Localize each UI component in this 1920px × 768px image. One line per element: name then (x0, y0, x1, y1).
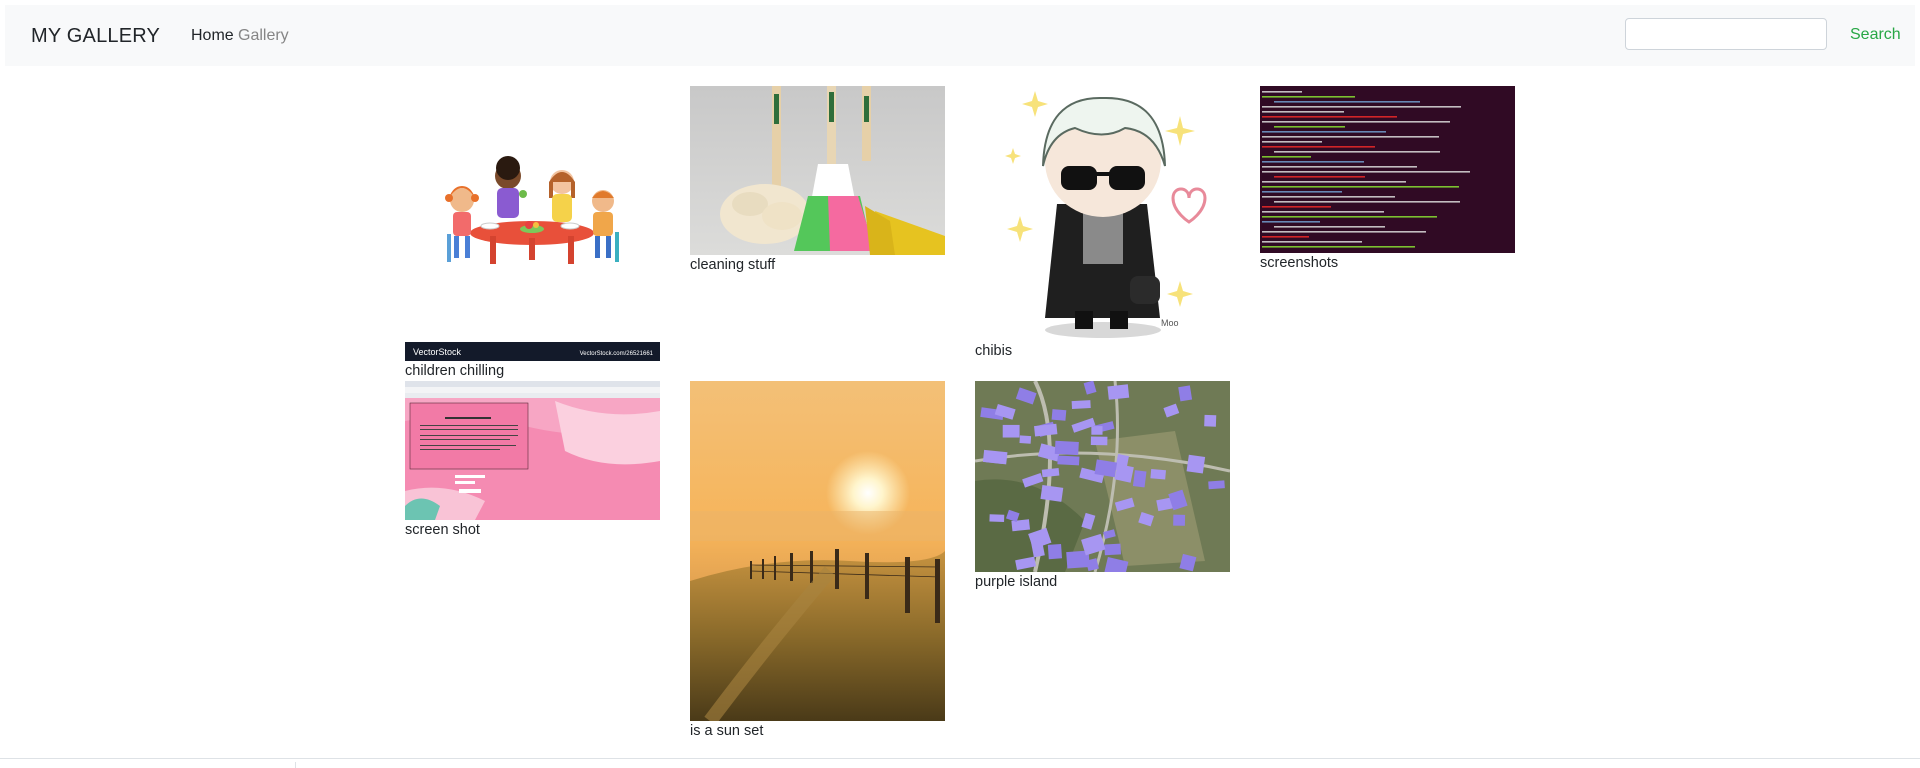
terminal-line (1262, 111, 1344, 113)
gallery-card-screen-shot[interactable]: screen shot (405, 381, 660, 541)
roof (1019, 435, 1032, 444)
roof (1186, 454, 1206, 474)
brand-logo[interactable]: MY GALLERY (31, 25, 160, 48)
gallery-image-terminal (1260, 86, 1515, 253)
gallery-card-screenshots[interactable]: screenshots (1260, 86, 1515, 274)
roof (1178, 385, 1193, 402)
terminal-line (1262, 166, 1417, 168)
roof (1150, 468, 1166, 480)
gallery-image-children: VectorStock VectorStock.com/26521661 (405, 86, 660, 361)
terminal-line (1262, 206, 1331, 208)
terminal-line (1262, 106, 1461, 108)
nav-link-gallery[interactable]: Gallery (238, 27, 289, 45)
terminal-line (1262, 186, 1459, 188)
roof (1040, 484, 1064, 502)
roof (982, 449, 1008, 465)
terminal-line (1262, 191, 1342, 193)
terminal-line (1274, 151, 1440, 153)
gallery-image-chibi: Moo (975, 86, 1230, 341)
roof (1107, 384, 1130, 400)
terminal-line (1262, 96, 1355, 98)
caption-chibis: chibis (975, 343, 1013, 359)
roof (1051, 409, 1067, 421)
gallery-image-pink-page (405, 381, 660, 520)
watermark-vectorstock-url: VectorStock.com/26521661 (580, 351, 654, 357)
gallery-card-chibis[interactable]: Moo chibis (975, 86, 1230, 360)
watermark-vectorstock: VectorStock (413, 347, 462, 357)
terminal-line (1262, 156, 1311, 158)
terminal-line (1262, 246, 1415, 248)
search-button[interactable]: Search (1840, 19, 1911, 51)
terminal-line (1262, 241, 1362, 243)
gallery-image-cleaning (690, 86, 945, 255)
roof (1173, 514, 1186, 526)
roof (1002, 424, 1020, 438)
caption-purple-island: purple island (975, 574, 1058, 590)
roof (1057, 455, 1080, 466)
caption-sun-set: is a sun set (690, 723, 764, 739)
search-input[interactable] (1625, 18, 1827, 50)
terminal-line (1262, 211, 1384, 213)
roof (1047, 543, 1063, 560)
terminal-line (1262, 181, 1406, 183)
nav-link-home[interactable]: Home (191, 27, 234, 45)
roof (989, 514, 1005, 523)
caption-screen-shot: screen shot (405, 522, 480, 538)
terminal-line (1262, 236, 1309, 238)
terminal-line (1262, 161, 1364, 163)
roof (1204, 414, 1217, 427)
roof (1104, 543, 1122, 556)
caption-screenshots: screenshots (1260, 255, 1339, 271)
footer-tick (295, 762, 296, 768)
terminal-line (1274, 201, 1460, 203)
roof (1094, 459, 1118, 478)
chibi-signature: Moo (1161, 318, 1179, 328)
terminal-line (1262, 216, 1437, 218)
caption-children-chilling: children chilling (405, 363, 505, 379)
terminal-line (1274, 101, 1420, 103)
roof (1114, 463, 1134, 483)
terminal-line (1262, 171, 1470, 173)
terminal-line (1274, 126, 1345, 128)
gallery-card-sun-set[interactable]: is a sun set (690, 381, 945, 741)
footer-divider (0, 758, 1920, 759)
gallery-image-sunset (690, 381, 945, 721)
terminal-line (1274, 176, 1365, 178)
gallery-card-purple-island[interactable]: purple island (975, 381, 1230, 591)
gallery-card-children-chilling[interactable]: VectorStock VectorStock.com/26521661 chi… (405, 86, 660, 380)
roof (1208, 480, 1225, 490)
roof (1091, 426, 1103, 435)
terminal-line (1274, 226, 1385, 228)
navbar: MY GALLERY Home Gallery Search (5, 5, 1915, 66)
terminal-line (1262, 146, 1375, 148)
terminal-line (1262, 116, 1397, 118)
terminal-line (1262, 91, 1302, 93)
roof (1090, 436, 1108, 446)
roof (1071, 400, 1091, 409)
terminal-line (1262, 221, 1320, 223)
roof (1054, 440, 1079, 456)
terminal-line (1262, 231, 1426, 233)
gallery-card-cleaning-stuff[interactable]: cleaning stuff (690, 86, 945, 276)
roof (1132, 470, 1147, 488)
caption-cleaning-stuff: cleaning stuff (690, 257, 776, 273)
terminal-line (1262, 131, 1386, 133)
terminal-line (1262, 141, 1322, 143)
terminal-line (1262, 136, 1439, 138)
terminal-line (1262, 196, 1395, 198)
gallery-image-purple-island (975, 381, 1230, 572)
terminal-line (1262, 121, 1450, 123)
